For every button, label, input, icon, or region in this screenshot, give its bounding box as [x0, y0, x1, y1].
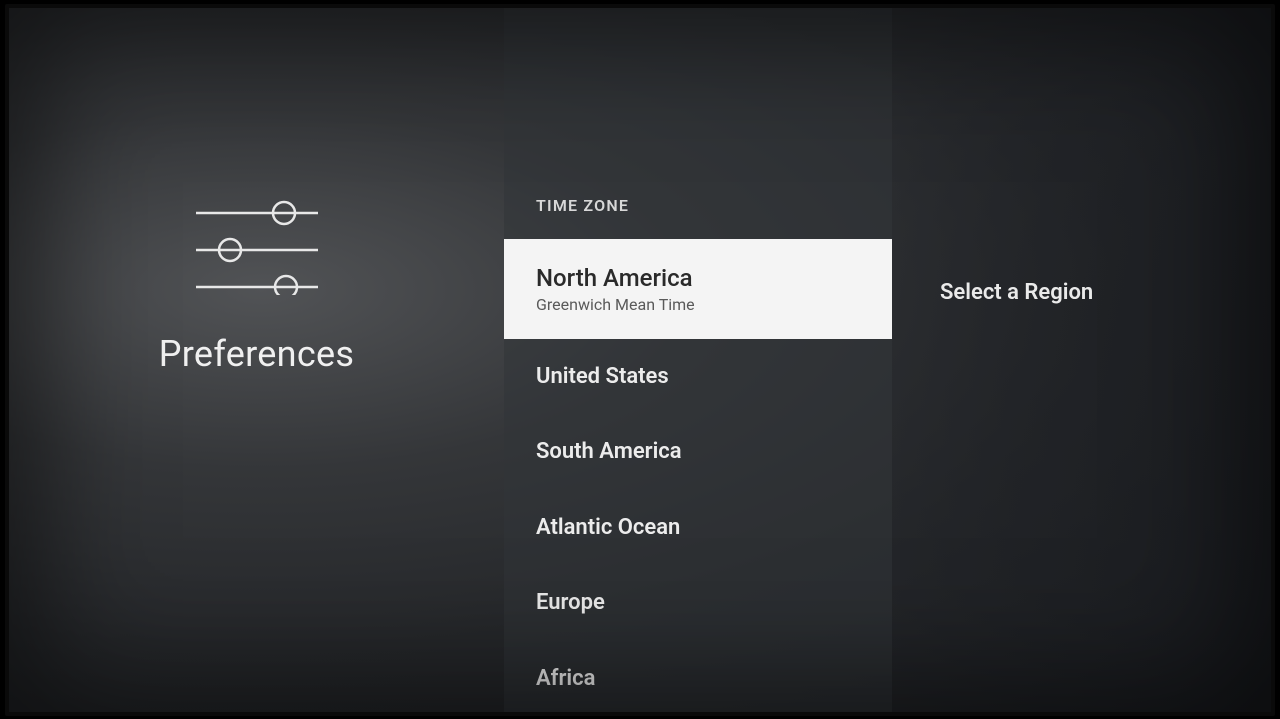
- region-item-africa[interactable]: Africa: [504, 641, 892, 716]
- region-item-united-states[interactable]: United States: [504, 339, 892, 415]
- category-panel: Preferences: [9, 8, 504, 712]
- region-label: Africa: [536, 665, 860, 693]
- timezone-list: TIME ZONE North America Greenwich Mean T…: [504, 8, 892, 712]
- region-label: United States: [536, 363, 860, 391]
- region-item-north-america[interactable]: North America Greenwich Mean Time: [504, 239, 892, 339]
- region-item-europe[interactable]: Europe: [504, 565, 892, 641]
- region-label: South America: [536, 438, 860, 466]
- preferences-sliders-icon: [192, 195, 322, 295]
- detail-title: Select a Region: [940, 280, 1271, 305]
- region-item-south-america[interactable]: South America: [504, 414, 892, 490]
- region-label: Atlantic Ocean: [536, 514, 860, 542]
- region-item-atlantic-ocean[interactable]: Atlantic Ocean: [504, 490, 892, 566]
- section-header: TIME ZONE: [504, 196, 892, 239]
- category-title: Preferences: [159, 333, 355, 375]
- detail-panel: Select a Region: [892, 8, 1271, 712]
- settings-screen: Preferences TIME ZONE North America Gree…: [5, 4, 1275, 716]
- region-sublabel: Greenwich Mean Time: [536, 295, 860, 315]
- region-label: North America: [536, 263, 860, 293]
- region-label: Europe: [536, 589, 860, 617]
